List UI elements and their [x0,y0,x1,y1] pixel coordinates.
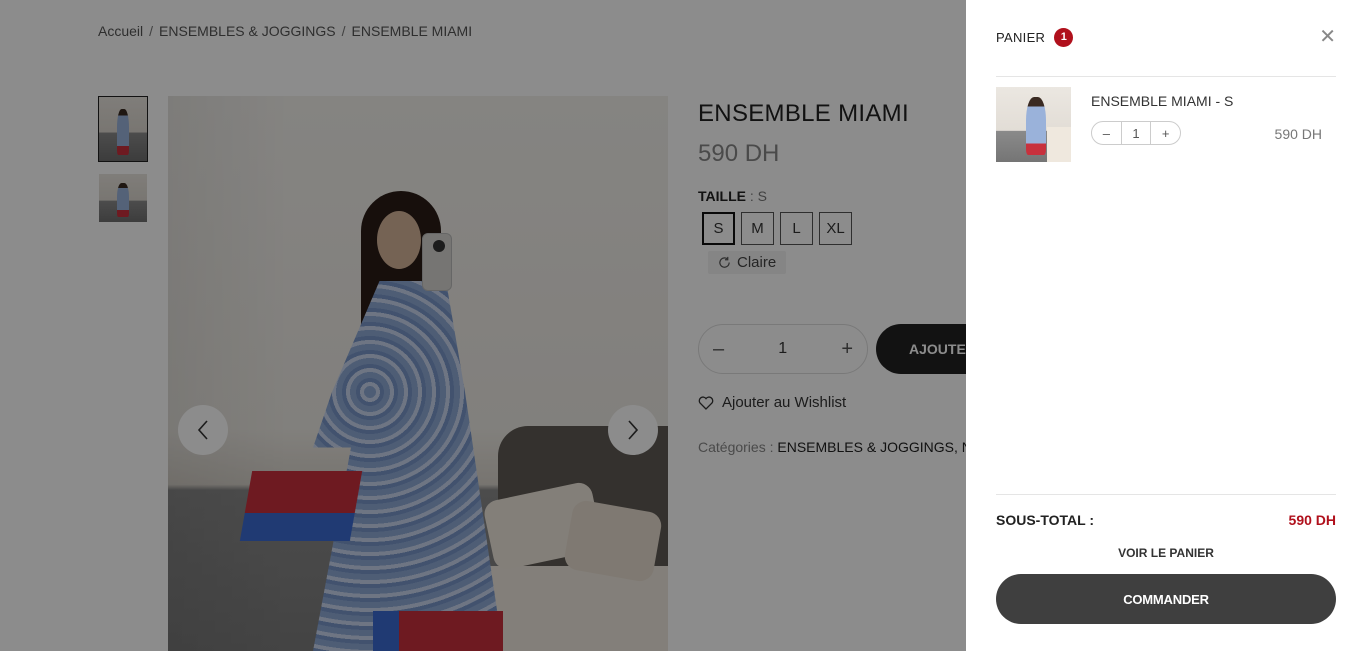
close-icon[interactable]: ✕ [1319,27,1336,47]
cart-item-quantity[interactable]: 1 [1120,122,1152,144]
cart-item-price: 590 DH [1274,126,1322,142]
cart-drawer: PANIER 1 ✕ ENSEMBLE MIAMI - S – 1 + 590 … [966,0,1363,651]
checkout-button[interactable]: COMMANDER [996,574,1336,624]
cart-title: PANIER [996,29,1046,45]
cart-item-name[interactable]: ENSEMBLE MIAMI - S [1091,93,1233,109]
subtotal-label: SOUS-TOTAL : [996,512,1094,528]
cart-item-quantity-stepper[interactable]: – 1 + [1091,121,1181,145]
cart-subtotal: SOUS-TOTAL : 590 DH [996,512,1336,528]
cart-count-badge: 1 [1054,27,1074,47]
divider [996,494,1336,495]
cart-item: ENSEMBLE MIAMI - S – 1 + 590 DH [996,87,1336,162]
cart-item-image[interactable] [996,87,1071,162]
divider [996,76,1336,77]
cart-header: PANIER 1 ✕ [996,27,1336,47]
page-overlay[interactable] [0,0,966,651]
plus-icon[interactable]: + [1151,126,1180,141]
minus-icon[interactable]: – [1092,126,1121,141]
subtotal-value: 590 DH [1288,512,1336,528]
view-cart-link[interactable]: VOIR LE PANIER [996,546,1336,560]
